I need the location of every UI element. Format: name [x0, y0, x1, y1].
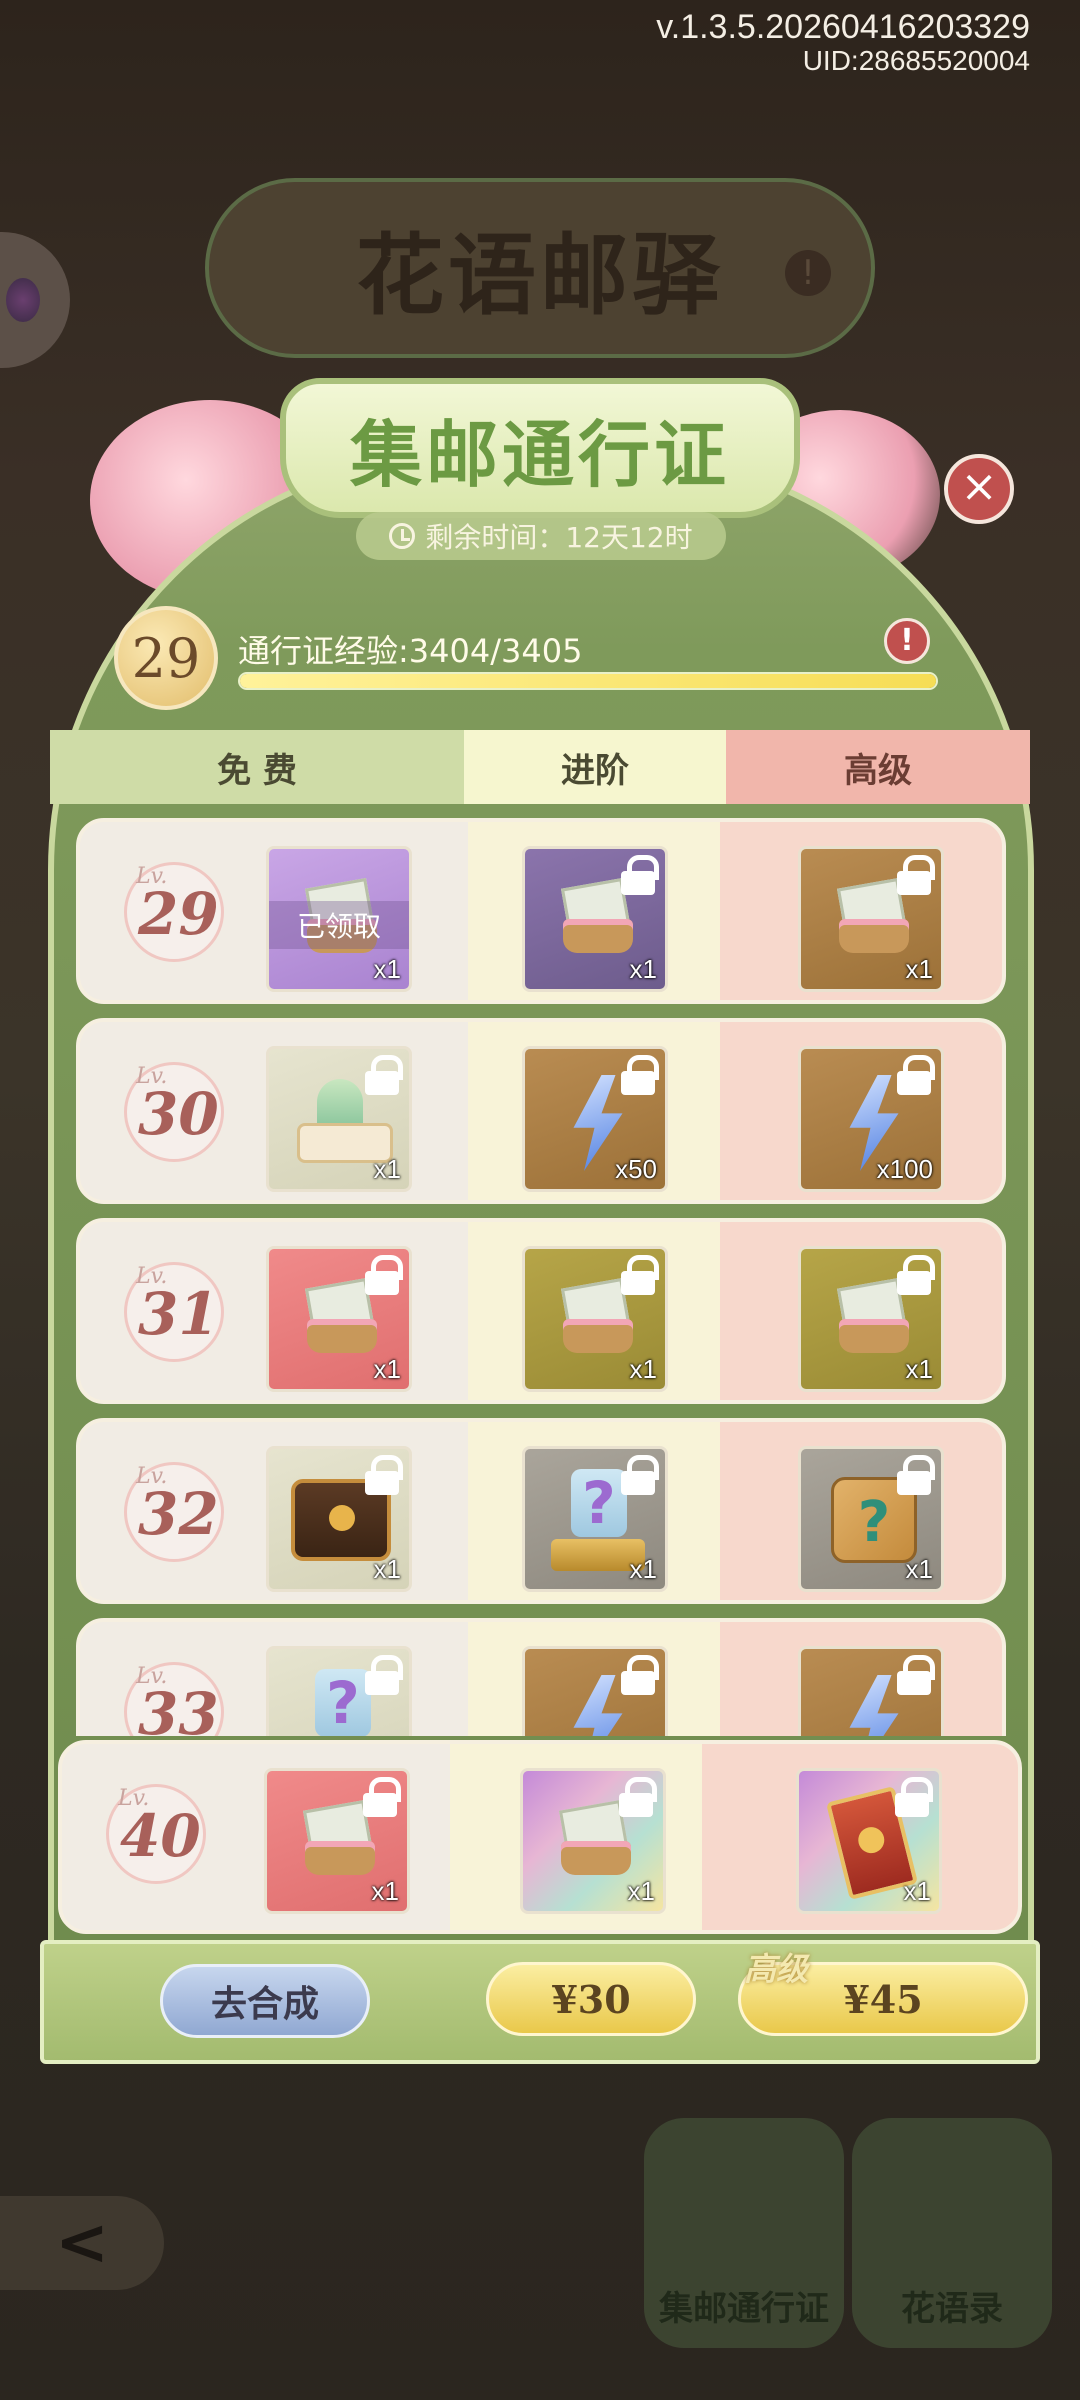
pass-level-badge: 29	[114, 606, 218, 710]
level-number: 32	[138, 1480, 219, 1548]
version-number: v.1.3.5.20260416203329	[656, 8, 1030, 46]
synthesize-button[interactable]: 去合成	[160, 1964, 370, 2038]
reward-item-advanced[interactable]: x1	[520, 1768, 666, 1914]
lock-icon	[365, 1255, 403, 1295]
item-quantity: x50	[615, 1154, 657, 1184]
reward-item-free[interactable]: x1	[264, 1768, 410, 1914]
nav-flower-records[interactable]: 花语录	[852, 2118, 1052, 2348]
item-quantity: x1	[905, 1354, 933, 1384]
lock-icon	[621, 1655, 659, 1695]
lock-icon	[621, 1255, 659, 1295]
background-banner-title: 花语邮驿	[355, 222, 724, 327]
level-number: 29	[138, 880, 219, 948]
reward-row-30: Lv. 30 x1 x50 x100	[76, 1018, 1006, 1204]
lock-icon	[621, 1455, 659, 1495]
item-quantity: x1	[629, 954, 657, 984]
reward-row-32: Lv. 32 x1 x1 x1	[76, 1418, 1006, 1604]
pass-exp-bar	[238, 672, 938, 690]
background-banner: 花语邮驿 !	[205, 178, 875, 358]
nav-stamp-pass-label: 集邮通行证	[659, 2289, 829, 2329]
reward-item-advanced[interactable]: x1	[522, 1446, 668, 1592]
level-number: 30	[138, 1080, 219, 1148]
lock-icon	[619, 1777, 657, 1817]
time-remaining-text: 剩余时间：12天12时	[425, 521, 693, 554]
tab-advanced[interactable]: 进阶	[464, 730, 726, 804]
pass-exp-label: 通行证经验:3404/3405	[238, 632, 583, 670]
time-remaining: 剩余时间：12天12时	[356, 512, 726, 560]
reward-item-premium[interactable]: x1	[796, 1768, 942, 1914]
clock-icon	[389, 523, 416, 549]
item-quantity: x100	[876, 1154, 933, 1184]
item-quantity: x1	[627, 1876, 655, 1906]
reward-row-40-pinned: Lv. 40 x1 x1 x1	[58, 1740, 1022, 1934]
reward-item-premium[interactable]: x100	[798, 1046, 944, 1192]
lock-icon	[897, 1255, 935, 1295]
item-quantity: x1	[371, 1876, 399, 1906]
lock-icon	[621, 855, 659, 895]
item-quantity: x1	[373, 1354, 401, 1384]
lock-icon	[621, 1055, 659, 1095]
nav-stamp-pass[interactable]: 集邮通行证	[644, 2118, 844, 2348]
item-quantity: x1	[373, 954, 401, 984]
lock-icon	[365, 1655, 403, 1695]
reward-row-33: Lv. 33	[76, 1618, 1006, 1736]
item-quantity: x1	[373, 1154, 401, 1184]
item-quantity: x1	[905, 954, 933, 984]
reward-row-31: Lv. 31 x1 x1 x1	[76, 1218, 1006, 1404]
pass-exp-fill	[240, 674, 936, 688]
reward-item-advanced[interactable]: x1	[522, 1246, 668, 1392]
lock-icon	[895, 1777, 933, 1817]
background-info-icon: !	[785, 250, 831, 296]
reward-item-free[interactable]: 已领取 x1	[266, 846, 412, 992]
reward-item-free[interactable]: x1	[266, 1046, 412, 1192]
tab-premium[interactable]: 高级	[726, 730, 1030, 804]
reward-row-29: Lv. 29 已领取 x1 x1 x1	[76, 818, 1006, 1004]
premium-tag: 高级	[744, 1950, 809, 1988]
reward-item-free[interactable]	[266, 1646, 412, 1736]
tab-free[interactable]: 免 费	[50, 730, 464, 804]
reward-item-premium[interactable]: x1	[798, 1446, 944, 1592]
version-info: v.1.3.5.20260416203329 UID:28685520004	[656, 8, 1030, 76]
reward-list[interactable]: Lv. 29 已领取 x1 x1 x1 Lv. 30 x1 x50 x100 L…	[76, 818, 1006, 1736]
lock-icon	[365, 1455, 403, 1495]
level-number: 40	[120, 1802, 201, 1870]
item-quantity: x1	[629, 1554, 657, 1584]
item-quantity: x1	[629, 1354, 657, 1384]
reward-item-premium[interactable]: x1	[798, 1246, 944, 1392]
buy-advanced-button[interactable]: ¥30	[486, 1962, 696, 2036]
reward-item-advanced[interactable]	[522, 1646, 668, 1736]
lock-icon	[365, 1055, 403, 1095]
lock-icon	[897, 1455, 935, 1495]
level-number: 31	[138, 1280, 219, 1348]
item-quantity: x1	[373, 1554, 401, 1584]
close-button[interactable]: ×	[944, 454, 1014, 524]
item-quantity: x1	[905, 1554, 933, 1584]
lock-icon	[897, 1055, 935, 1095]
reward-item-advanced[interactable]: x50	[522, 1046, 668, 1192]
lock-icon	[363, 1777, 401, 1817]
exp-info-button[interactable]: !	[884, 618, 930, 664]
reward-item-premium[interactable]	[798, 1646, 944, 1736]
back-button[interactable]: <	[0, 2196, 164, 2290]
level-number: 33	[138, 1680, 219, 1736]
lock-icon	[897, 1655, 935, 1695]
nav-flower-records-label: 花语录	[901, 2289, 1003, 2329]
pass-title: 集邮通行证	[349, 411, 730, 497]
back-arrow-icon: <	[55, 2206, 109, 2280]
reward-item-premium[interactable]: x1	[798, 846, 944, 992]
claimed-label: 已领取	[269, 901, 409, 949]
lock-icon	[897, 855, 935, 895]
pass-title-banner: 集邮通行证	[280, 378, 800, 518]
side-menu-icon[interactable]	[0, 232, 70, 368]
tier-tabs: 免 费 进阶 高级	[50, 730, 1030, 804]
reward-item-free[interactable]: x1	[266, 1446, 412, 1592]
reward-item-advanced[interactable]: x1	[522, 846, 668, 992]
user-id: UID:28685520004	[802, 45, 1030, 76]
reward-item-free[interactable]: x1	[266, 1246, 412, 1392]
item-quantity: x1	[903, 1876, 931, 1906]
